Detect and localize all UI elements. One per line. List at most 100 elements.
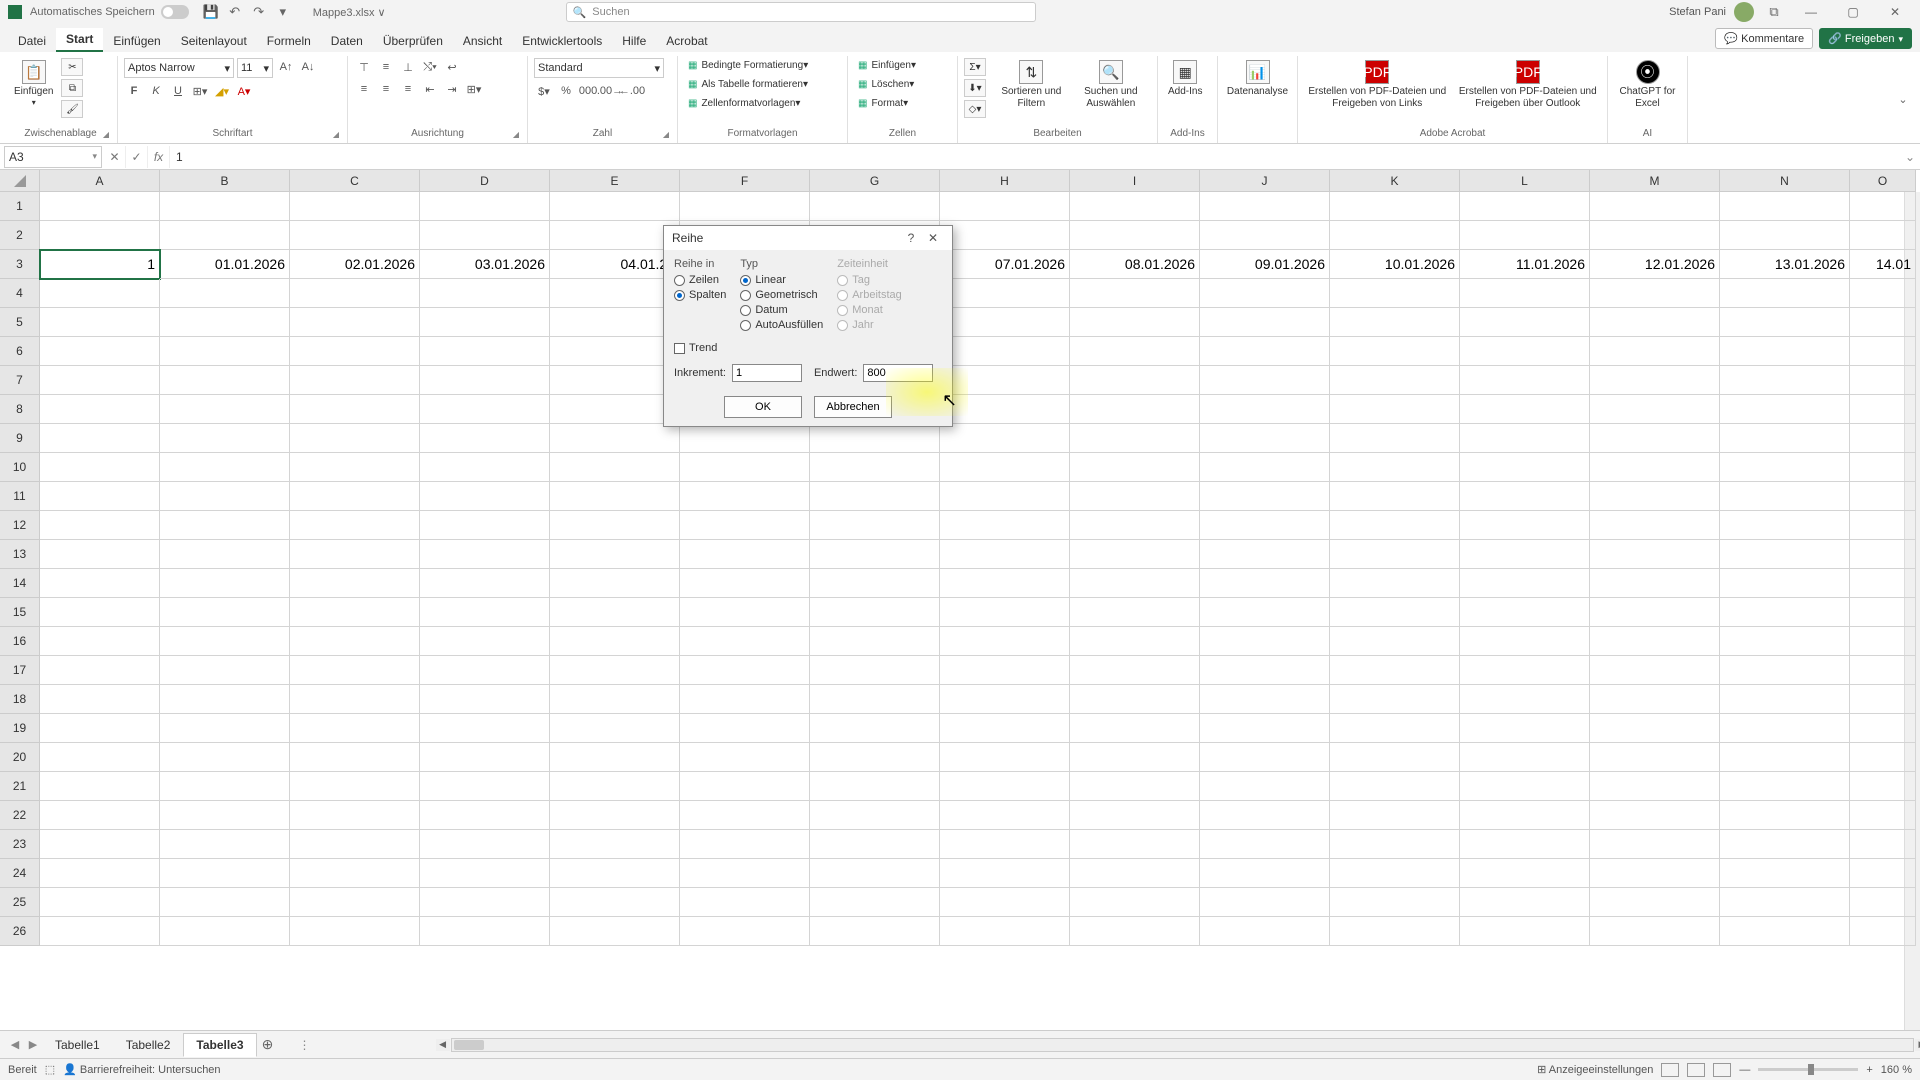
cell[interactable]	[420, 424, 550, 453]
cell[interactable]	[1720, 830, 1850, 859]
page-break-view-icon[interactable]	[1713, 1063, 1731, 1077]
tab-ansicht[interactable]: Ansicht	[453, 30, 512, 52]
row-header-5[interactable]: 5	[0, 308, 40, 337]
cell[interactable]	[940, 627, 1070, 656]
cell[interactable]	[550, 453, 680, 482]
cell[interactable]	[40, 888, 160, 917]
row-header-18[interactable]: 18	[0, 685, 40, 714]
cell[interactable]	[940, 511, 1070, 540]
cell[interactable]	[1720, 743, 1850, 772]
cell[interactable]	[160, 627, 290, 656]
cell[interactable]	[1850, 192, 1916, 221]
cell[interactable]	[290, 569, 420, 598]
copy-icon[interactable]: ⧉	[61, 79, 83, 97]
cell[interactable]	[420, 917, 550, 946]
cell[interactable]	[420, 337, 550, 366]
cell[interactable]	[1850, 888, 1916, 917]
cell[interactable]	[940, 308, 1070, 337]
cell[interactable]	[1720, 627, 1850, 656]
cell[interactable]	[1200, 656, 1330, 685]
increase-indent-icon[interactable]: ⇥	[442, 80, 462, 98]
cell[interactable]	[1720, 424, 1850, 453]
cell[interactable]	[420, 888, 550, 917]
tab-acrobat[interactable]: Acrobat	[656, 30, 717, 52]
page-layout-view-icon[interactable]	[1687, 1063, 1705, 1077]
cell[interactable]	[1460, 743, 1590, 772]
cell[interactable]	[1460, 366, 1590, 395]
increase-decimal-icon[interactable]: .00→	[600, 82, 620, 100]
col-header-E[interactable]: E	[550, 170, 680, 192]
cell[interactable]	[1070, 308, 1200, 337]
cell[interactable]	[160, 221, 290, 250]
cell[interactable]	[550, 337, 680, 366]
col-header-D[interactable]: D	[420, 170, 550, 192]
cell[interactable]	[1850, 221, 1916, 250]
cell[interactable]	[810, 511, 940, 540]
cell[interactable]	[40, 279, 160, 308]
cell[interactable]	[810, 743, 940, 772]
cell[interactable]	[1720, 540, 1850, 569]
row-header-19[interactable]: 19	[0, 714, 40, 743]
cell[interactable]	[940, 569, 1070, 598]
cell[interactable]	[810, 192, 940, 221]
cell[interactable]	[1460, 424, 1590, 453]
fx-icon[interactable]: fx	[148, 146, 170, 168]
cell[interactable]	[680, 830, 810, 859]
cell[interactable]	[40, 743, 160, 772]
cell[interactable]	[1330, 337, 1460, 366]
cell[interactable]	[1200, 279, 1330, 308]
cell[interactable]	[1200, 569, 1330, 598]
cell[interactable]	[160, 685, 290, 714]
cell[interactable]	[1590, 685, 1720, 714]
cell[interactable]	[1200, 743, 1330, 772]
row-header-24[interactable]: 24	[0, 859, 40, 888]
cell[interactable]	[290, 627, 420, 656]
cell[interactable]	[1590, 772, 1720, 801]
cell[interactable]	[1850, 540, 1916, 569]
cell[interactable]	[1720, 598, 1850, 627]
cell[interactable]	[290, 482, 420, 511]
cell[interactable]	[160, 511, 290, 540]
cell[interactable]	[680, 772, 810, 801]
end-field[interactable]	[863, 364, 933, 382]
cell[interactable]	[1720, 192, 1850, 221]
cell[interactable]	[40, 482, 160, 511]
cell[interactable]	[1460, 859, 1590, 888]
cell[interactable]	[1070, 337, 1200, 366]
cell[interactable]	[420, 743, 550, 772]
cell[interactable]	[1590, 482, 1720, 511]
cell[interactable]	[290, 598, 420, 627]
cell[interactable]	[680, 540, 810, 569]
row-header-12[interactable]: 12	[0, 511, 40, 540]
cell[interactable]	[810, 801, 940, 830]
cell[interactable]	[1850, 482, 1916, 511]
col-header-K[interactable]: K	[1330, 170, 1460, 192]
cell[interactable]	[1850, 714, 1916, 743]
cell[interactable]	[1460, 569, 1590, 598]
cell[interactable]	[1070, 917, 1200, 946]
cell[interactable]	[550, 714, 680, 743]
cell[interactable]	[1460, 888, 1590, 917]
font-size-select[interactable]: 11▾	[237, 58, 273, 78]
dialog-close-icon[interactable]: ✕	[922, 231, 944, 245]
cell[interactable]	[940, 859, 1070, 888]
fill-icon[interactable]: ⬇▾	[964, 79, 986, 97]
cell[interactable]	[940, 192, 1070, 221]
date-radio[interactable]: Datum	[740, 304, 823, 316]
cell[interactable]	[810, 569, 940, 598]
row-header-22[interactable]: 22	[0, 801, 40, 830]
cell[interactable]	[1720, 714, 1850, 743]
cell[interactable]	[1850, 395, 1916, 424]
cell[interactable]	[1720, 859, 1850, 888]
cell[interactable]	[940, 540, 1070, 569]
collapse-ribbon-icon[interactable]: ⌄	[1896, 56, 1916, 143]
cell[interactable]	[680, 801, 810, 830]
cell[interactable]	[420, 482, 550, 511]
cell[interactable]	[680, 598, 810, 627]
align-right-icon[interactable]: ≡	[398, 80, 418, 98]
format-painter-icon[interactable]: 🖌	[61, 100, 83, 118]
cell[interactable]	[1070, 714, 1200, 743]
cell[interactable]	[1330, 424, 1460, 453]
cell[interactable]	[290, 192, 420, 221]
col-header-J[interactable]: J	[1200, 170, 1330, 192]
